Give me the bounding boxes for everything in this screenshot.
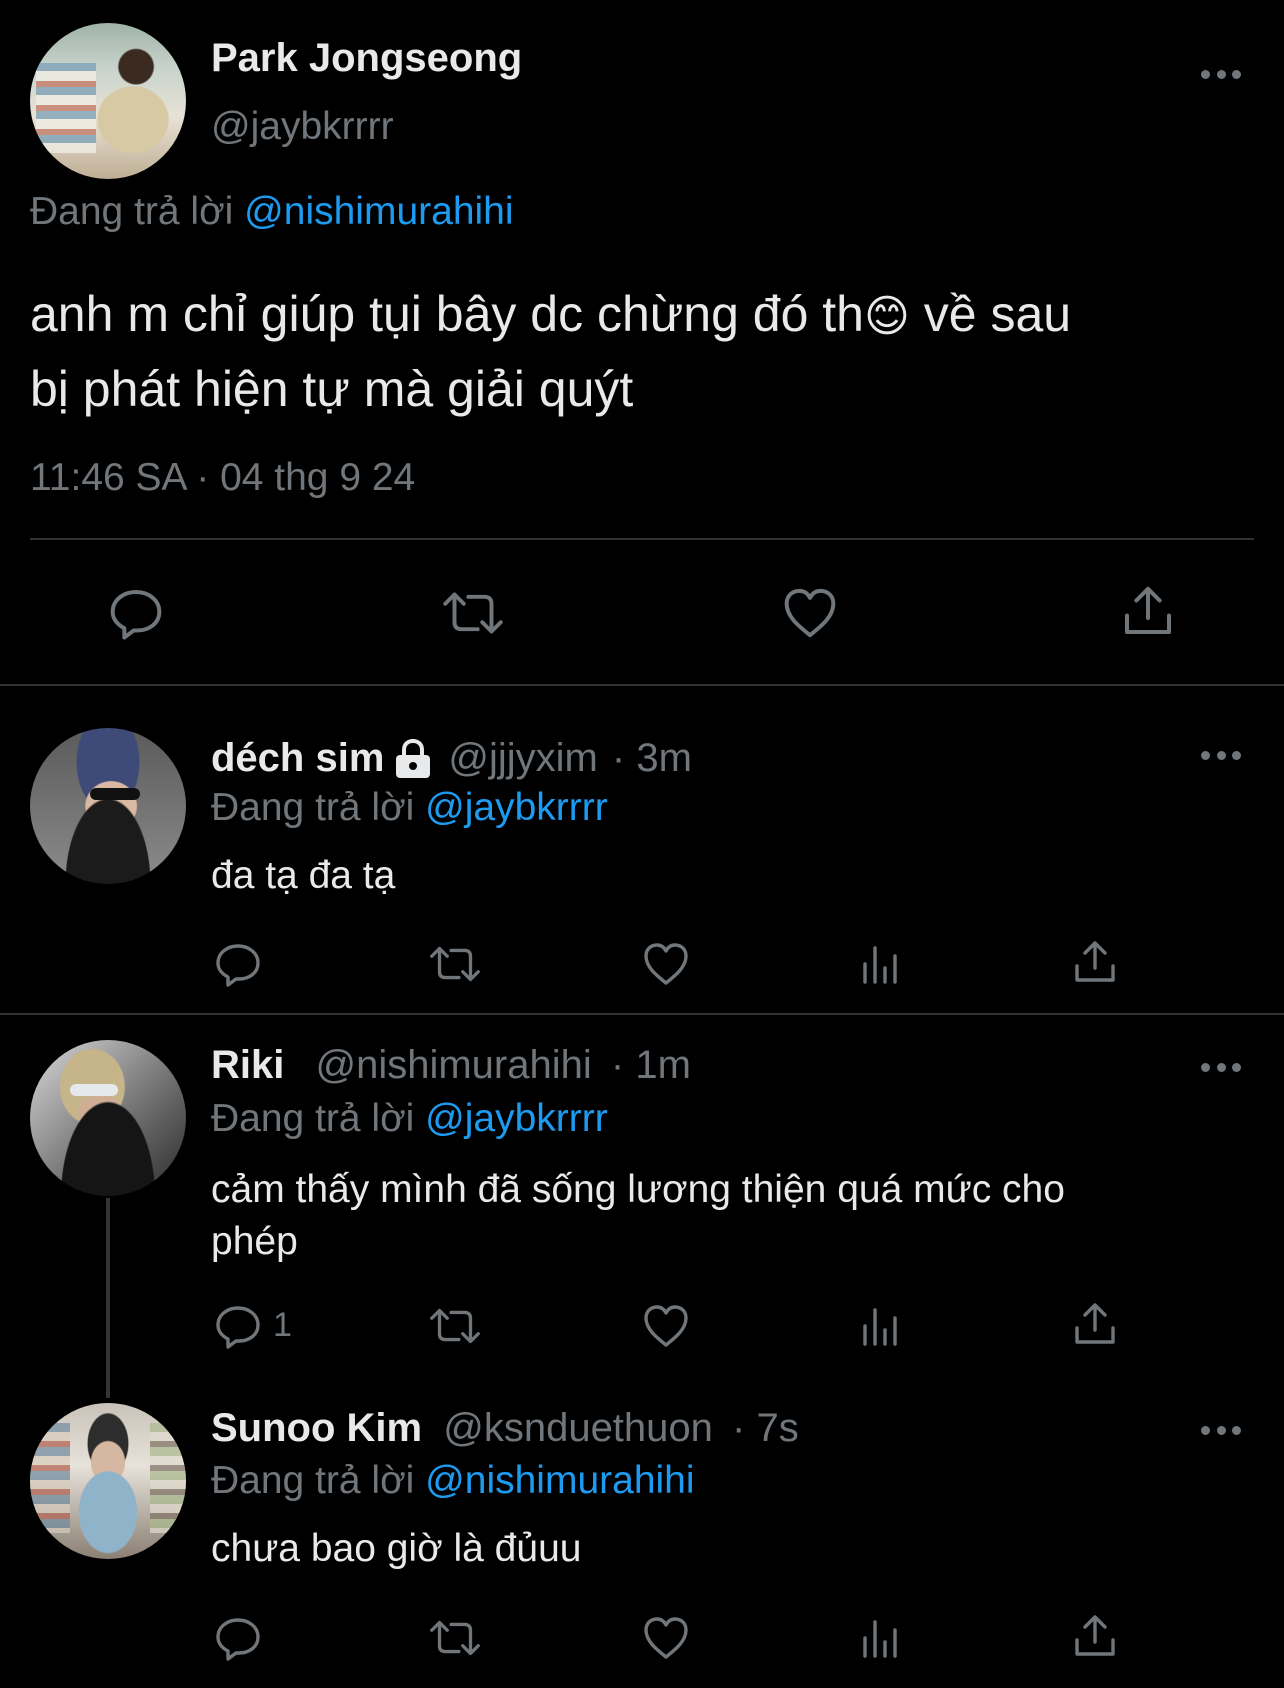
tweet-text: đa tạ đa tạ bbox=[211, 854, 396, 897]
share-icon[interactable] bbox=[1120, 583, 1176, 639]
display-name[interactable]: Riki bbox=[211, 1043, 284, 1087]
reply-context: Đang trả lời @nishimurahihi bbox=[30, 190, 514, 234]
share-icon[interactable] bbox=[1071, 1612, 1119, 1660]
timestamp[interactable]: 11:46 SA · 04 thg 9 24 bbox=[30, 456, 415, 500]
smile-emoji-icon: 😊 bbox=[863, 292, 910, 341]
timestamp[interactable]: · 1m bbox=[611, 1043, 691, 1087]
like-icon[interactable] bbox=[782, 585, 838, 641]
lock-icon bbox=[394, 738, 432, 779]
avatar[interactable] bbox=[30, 23, 186, 179]
name-row: déch sim @jjjyxim · 3m bbox=[211, 736, 692, 781]
retweet-icon[interactable] bbox=[424, 1302, 486, 1350]
divider bbox=[30, 538, 1254, 540]
more-icon[interactable] bbox=[1201, 67, 1241, 81]
handle[interactable]: @jaybkrrrr bbox=[211, 105, 394, 149]
tweet-text: cảm thấy mình đã sống lương thiện quá mứ… bbox=[211, 1164, 1065, 1268]
reply-prefix: Đang trả lời bbox=[211, 1097, 415, 1140]
views-icon[interactable] bbox=[857, 940, 905, 988]
tweet-text: anh m chỉ giúp tụi bây dc chừng đó th😊 v… bbox=[30, 278, 1071, 425]
divider bbox=[0, 1013, 1284, 1015]
more-icon[interactable] bbox=[1201, 1060, 1241, 1074]
display-name[interactable]: déch sim bbox=[211, 736, 384, 781]
tweet-text-line1: anh m chỉ giúp tụi bây dc chừng đó th bbox=[30, 286, 864, 342]
name-row: Riki @nishimurahihi · 1m bbox=[211, 1043, 691, 1088]
like-icon[interactable] bbox=[642, 1302, 690, 1350]
reply-prefix: Đang trả lời bbox=[30, 190, 234, 233]
avatar[interactable] bbox=[30, 728, 186, 884]
reply-to-link[interactable]: @nishimurahihi bbox=[425, 1459, 694, 1502]
handle[interactable]: @nishimurahihi bbox=[315, 1043, 591, 1087]
share-icon[interactable] bbox=[1071, 1300, 1119, 1348]
tweet-text-line1-end: về sau bbox=[923, 286, 1072, 342]
reply-context: Đang trả lời @nishimurahihi bbox=[211, 1459, 695, 1503]
reply-to-link[interactable]: @nishimurahihi bbox=[244, 190, 513, 233]
avatar[interactable] bbox=[30, 1403, 186, 1559]
reply-context: Đang trả lời @jaybkrrrr bbox=[211, 786, 608, 830]
reply-icon[interactable] bbox=[108, 585, 164, 641]
display-name[interactable]: Park Jongseong bbox=[211, 36, 522, 81]
retweet-icon[interactable] bbox=[424, 940, 486, 988]
tweet-text-line2: phép bbox=[211, 1220, 298, 1263]
views-icon[interactable] bbox=[857, 1302, 905, 1350]
timestamp[interactable]: · 7s bbox=[732, 1406, 799, 1450]
tweet-text-line1: cảm thấy mình đã sống lương thiện quá mứ… bbox=[211, 1168, 1065, 1211]
timestamp[interactable]: · 3m bbox=[612, 736, 692, 781]
reply-prefix: Đang trả lời bbox=[211, 786, 415, 829]
handle[interactable]: @ksnduethuon bbox=[443, 1406, 713, 1450]
name-row: Sunoo Kim @ksnduethuon · 7s bbox=[211, 1406, 799, 1451]
more-icon[interactable] bbox=[1201, 748, 1241, 762]
avatar[interactable] bbox=[30, 1040, 186, 1196]
reply-count: 1 bbox=[273, 1306, 292, 1344]
more-icon[interactable] bbox=[1201, 1423, 1241, 1437]
retweet-icon[interactable] bbox=[424, 1614, 486, 1662]
reply-to-link[interactable]: @jaybkrrrr bbox=[425, 1097, 608, 1140]
reply-icon[interactable] bbox=[214, 940, 262, 988]
display-name[interactable]: Sunoo Kim bbox=[211, 1406, 422, 1450]
like-icon[interactable] bbox=[642, 940, 690, 988]
views-icon[interactable] bbox=[857, 1614, 905, 1662]
reply-icon[interactable] bbox=[214, 1614, 262, 1662]
reply-to-link[interactable]: @jaybkrrrr bbox=[425, 786, 608, 829]
tweet-text: chưa bao giờ là đủuu bbox=[211, 1527, 582, 1570]
reply-prefix: Đang trả lời bbox=[211, 1459, 415, 1502]
tweet-text-line2: bị phát hiện tự mà giải quýt bbox=[30, 361, 634, 417]
divider bbox=[0, 684, 1284, 686]
like-icon[interactable] bbox=[642, 1614, 690, 1662]
reply-context: Đang trả lời @jaybkrrrr bbox=[211, 1097, 608, 1141]
thread-line bbox=[106, 1198, 110, 1398]
handle[interactable]: @jjjyxim bbox=[448, 736, 597, 781]
share-icon[interactable] bbox=[1071, 938, 1119, 986]
reply-icon[interactable] bbox=[214, 1302, 262, 1350]
retweet-icon[interactable] bbox=[436, 585, 510, 641]
